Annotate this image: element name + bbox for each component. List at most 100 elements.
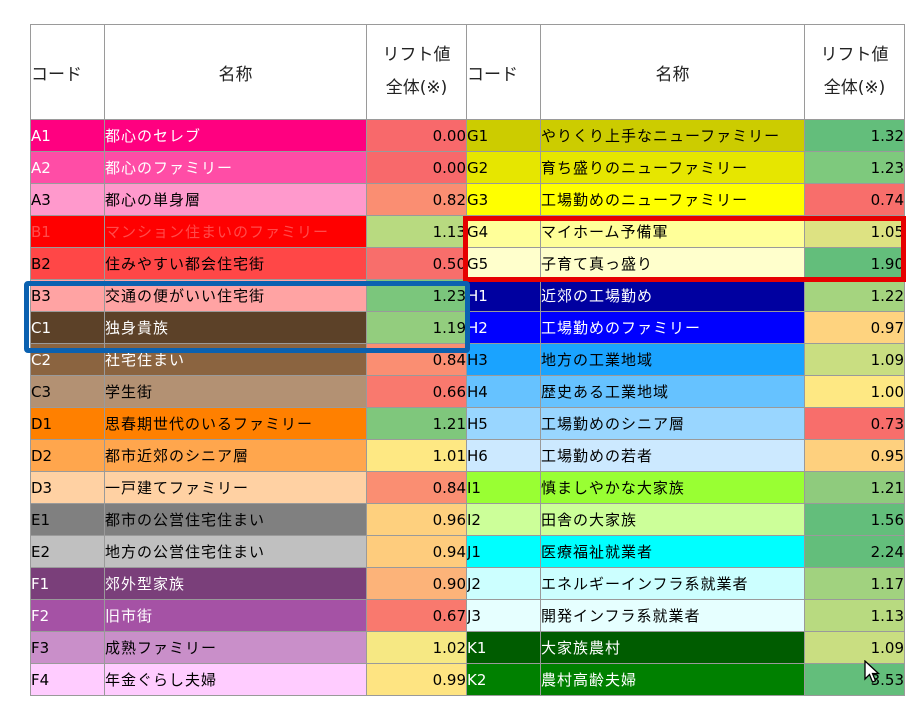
cell-lift-value-right[interactable]: 1.09 [804, 631, 905, 664]
cell-lift-value-right[interactable]: 3.53 [804, 663, 905, 696]
cell-code-right[interactable]: G3 [466, 183, 541, 216]
cell-name-left[interactable]: 社宅住まい [104, 343, 367, 376]
cell-code-left[interactable]: E2 [30, 535, 105, 568]
header-code-left[interactable]: コード [30, 24, 105, 120]
cell-code-left[interactable]: B2 [30, 247, 105, 280]
header-lift-right[interactable]: リフト値 全体(※) [804, 24, 905, 120]
cell-code-left[interactable]: F2 [30, 599, 105, 632]
cell-name-left[interactable]: 住みやすい都会住宅街 [104, 247, 367, 280]
cell-code-right[interactable]: H3 [466, 343, 541, 376]
cell-lift-value-right[interactable]: 1.23 [804, 151, 905, 184]
cell-name-left[interactable]: 一戸建てファミリー [104, 471, 367, 504]
cell-lift-value-left[interactable]: 0.00 [366, 119, 467, 152]
cell-code-right[interactable]: G2 [466, 151, 541, 184]
cell-lift-value-left[interactable]: 0.67 [366, 599, 467, 632]
cell-code-right[interactable]: G4 [466, 215, 541, 248]
cell-code-right[interactable]: K2 [466, 663, 541, 696]
cell-code-left[interactable]: B3 [30, 279, 105, 312]
cell-name-left[interactable]: 成熟ファミリー [104, 631, 367, 664]
cell-lift-value-left[interactable]: 0.84 [366, 471, 467, 504]
cell-name-left[interactable]: マンション住まいのファミリー [104, 215, 367, 248]
cell-lift-value-left[interactable]: 1.01 [366, 439, 467, 472]
cell-lift-value-right[interactable]: 1.21 [804, 471, 905, 504]
header-code-right[interactable]: コード [466, 24, 541, 120]
cell-code-left[interactable]: D3 [30, 471, 105, 504]
cell-lift-value-right[interactable]: 0.73 [804, 407, 905, 440]
cell-lift-value-right[interactable]: 1.13 [804, 599, 905, 632]
cell-name-left[interactable]: 地方の公営住宅住まい [104, 535, 367, 568]
cell-name-left[interactable]: 都市近郊のシニア層 [104, 439, 367, 472]
cell-code-left[interactable]: C3 [30, 375, 105, 408]
cell-name-right[interactable]: 大家族農村 [540, 631, 805, 664]
cell-lift-value-right[interactable]: 0.95 [804, 439, 905, 472]
cell-lift-value-right[interactable]: 1.09 [804, 343, 905, 376]
cell-code-right[interactable]: H1 [466, 279, 541, 312]
cell-lift-value-right[interactable]: 0.97 [804, 311, 905, 344]
header-name-right[interactable]: 名称 [540, 24, 805, 120]
cell-code-left[interactable]: B1 [30, 215, 105, 248]
cell-name-right[interactable]: 近郊の工場勤め [540, 279, 805, 312]
cell-lift-value-right[interactable]: 1.22 [804, 279, 905, 312]
cell-lift-value-right[interactable]: 1.05 [804, 215, 905, 248]
cell-name-left[interactable]: 交通の便がいい住宅街 [104, 279, 367, 312]
cell-name-left[interactable]: 旧市街 [104, 599, 367, 632]
cell-name-left[interactable]: 独身貴族 [104, 311, 367, 344]
cell-code-right[interactable]: H4 [466, 375, 541, 408]
cell-name-left[interactable]: 都心の単身層 [104, 183, 367, 216]
cell-code-left[interactable]: F3 [30, 631, 105, 664]
cell-name-left[interactable]: 年金ぐらし夫婦 [104, 663, 367, 696]
cell-name-right[interactable]: 田舎の大家族 [540, 503, 805, 536]
cell-name-right[interactable]: やりくり上手なニューファミリー [540, 119, 805, 152]
cell-code-right[interactable]: H2 [466, 311, 541, 344]
cell-lift-value-left[interactable]: 1.23 [366, 279, 467, 312]
cell-lift-value-left[interactable]: 0.84 [366, 343, 467, 376]
cell-code-left[interactable]: F4 [30, 663, 105, 696]
cell-lift-value-left[interactable]: 0.82 [366, 183, 467, 216]
cell-lift-value-left[interactable]: 0.96 [366, 503, 467, 536]
cell-name-right[interactable]: 子育て真っ盛り [540, 247, 805, 280]
cell-lift-value-right[interactable]: 1.17 [804, 567, 905, 600]
cell-code-left[interactable]: F1 [30, 567, 105, 600]
cell-code-right[interactable]: H6 [466, 439, 541, 472]
cell-lift-value-right[interactable]: 2.24 [804, 535, 905, 568]
cell-lift-value-left[interactable]: 1.13 [366, 215, 467, 248]
cell-name-left[interactable]: 都心のファミリー [104, 151, 367, 184]
cell-code-left[interactable]: D2 [30, 439, 105, 472]
cell-code-left[interactable]: C2 [30, 343, 105, 376]
cell-code-left[interactable]: E1 [30, 503, 105, 536]
cell-name-right[interactable]: 工場勤めのシニア層 [540, 407, 805, 440]
cell-lift-value-left[interactable]: 0.90 [366, 567, 467, 600]
cell-name-right[interactable]: 地方の工業地域 [540, 343, 805, 376]
cell-code-left[interactable]: A3 [30, 183, 105, 216]
cell-lift-value-left[interactable]: 0.66 [366, 375, 467, 408]
cell-name-left[interactable]: 都市の公営住宅住まい [104, 503, 367, 536]
cell-name-right[interactable]: 工場勤めのニューファミリー [540, 183, 805, 216]
cell-lift-value-left[interactable]: 1.02 [366, 631, 467, 664]
cell-lift-value-left[interactable]: 1.21 [366, 407, 467, 440]
cell-name-right[interactable]: 医療福祉就業者 [540, 535, 805, 568]
header-lift-left[interactable]: リフト値 全体(※) [366, 24, 467, 120]
cell-lift-value-left[interactable]: 1.19 [366, 311, 467, 344]
cell-code-right[interactable]: G5 [466, 247, 541, 280]
cell-code-right[interactable]: J3 [466, 599, 541, 632]
cell-code-right[interactable]: K1 [466, 631, 541, 664]
cell-code-right[interactable]: G1 [466, 119, 541, 152]
cell-code-left[interactable]: A1 [30, 119, 105, 152]
cell-name-right[interactable]: 慎ましやかな大家族 [540, 471, 805, 504]
cell-code-right[interactable]: J1 [466, 535, 541, 568]
cell-code-left[interactable]: C1 [30, 311, 105, 344]
cell-lift-value-right[interactable]: 1.32 [804, 119, 905, 152]
cell-code-right[interactable]: I2 [466, 503, 541, 536]
cell-name-right[interactable]: 工場勤めの若者 [540, 439, 805, 472]
cell-lift-value-right[interactable]: 1.56 [804, 503, 905, 536]
cell-name-right[interactable]: 開発インフラ系就業者 [540, 599, 805, 632]
cell-name-left[interactable]: 都心のセレブ [104, 119, 367, 152]
cell-lift-value-left[interactable]: 0.94 [366, 535, 467, 568]
cell-name-right[interactable]: マイホーム予備軍 [540, 215, 805, 248]
cell-code-right[interactable]: I1 [466, 471, 541, 504]
header-name-left[interactable]: 名称 [104, 24, 367, 120]
cell-name-right[interactable]: エネルギーインフラ系就業者 [540, 567, 805, 600]
cell-name-right[interactable]: 農村高齢夫婦 [540, 663, 805, 696]
cell-code-right[interactable]: J2 [466, 567, 541, 600]
cell-name-left[interactable]: 学生街 [104, 375, 367, 408]
